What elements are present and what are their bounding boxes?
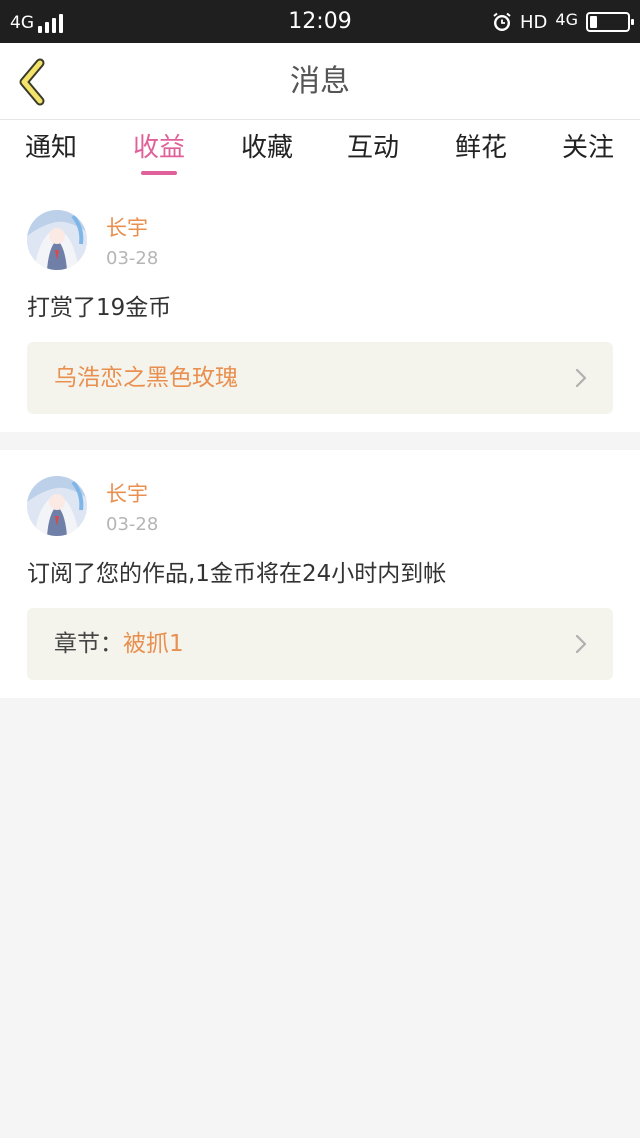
tab-notifications[interactable]: 通知 [1,130,101,166]
tab-flowers[interactable]: 鲜花 [431,130,531,166]
tab-bar: 通知 收益 收藏 互动 鲜花 关注 [0,120,640,182]
chapter-label: 章节： [54,631,123,657]
avatar[interactable] [27,210,87,270]
message-card: 长宇 03-28 打赏了19金币 乌浩恋之黑色玫瑰 [0,182,640,432]
status-bar: 4G 12:09 HD 4G [0,0,640,43]
top-bar: 消息 [0,43,640,120]
chevron-right-icon [575,634,587,654]
hd-indicator: HD [520,11,548,33]
status-icons: HD 4G [492,9,634,35]
message-text: 打赏了19金币 [27,295,172,321]
message-date: 03-28 [106,248,159,269]
battery-icon [586,12,634,32]
message-date: 03-28 [106,514,159,535]
chapter-title: 被抓1 [123,631,184,657]
active-tab-indicator [141,171,177,175]
user-name[interactable]: 长宇 [106,215,148,241]
tab-follows[interactable]: 关注 [538,130,638,166]
message-text: 订阅了您的作品,1金币将在24小时内到帐 [27,561,447,587]
alarm-clock-icon [492,12,512,32]
work-link[interactable]: 乌浩恋之黑色玫瑰 [27,342,613,414]
avatar[interactable] [27,476,87,536]
message-card: 长宇 03-28 订阅了您的作品,1金币将在24小时内到帐 章节：被抓1 [0,450,640,698]
network-type-right: 4G [555,10,578,29]
user-name[interactable]: 长宇 [106,481,148,507]
tab-favorites[interactable]: 收藏 [217,130,317,166]
back-arrow-icon [19,58,45,106]
tab-earnings[interactable]: 收益 [109,130,209,166]
chapter-text: 章节：被抓1 [54,629,184,659]
back-button[interactable] [14,57,54,107]
battery-level [590,16,597,28]
page-title: 消息 [290,64,350,99]
work-title: 乌浩恋之黑色玫瑰 [54,365,238,391]
chevron-right-icon [575,368,587,388]
tab-interactions[interactable]: 互动 [323,130,423,166]
chapter-link[interactable]: 章节：被抓1 [27,608,613,680]
